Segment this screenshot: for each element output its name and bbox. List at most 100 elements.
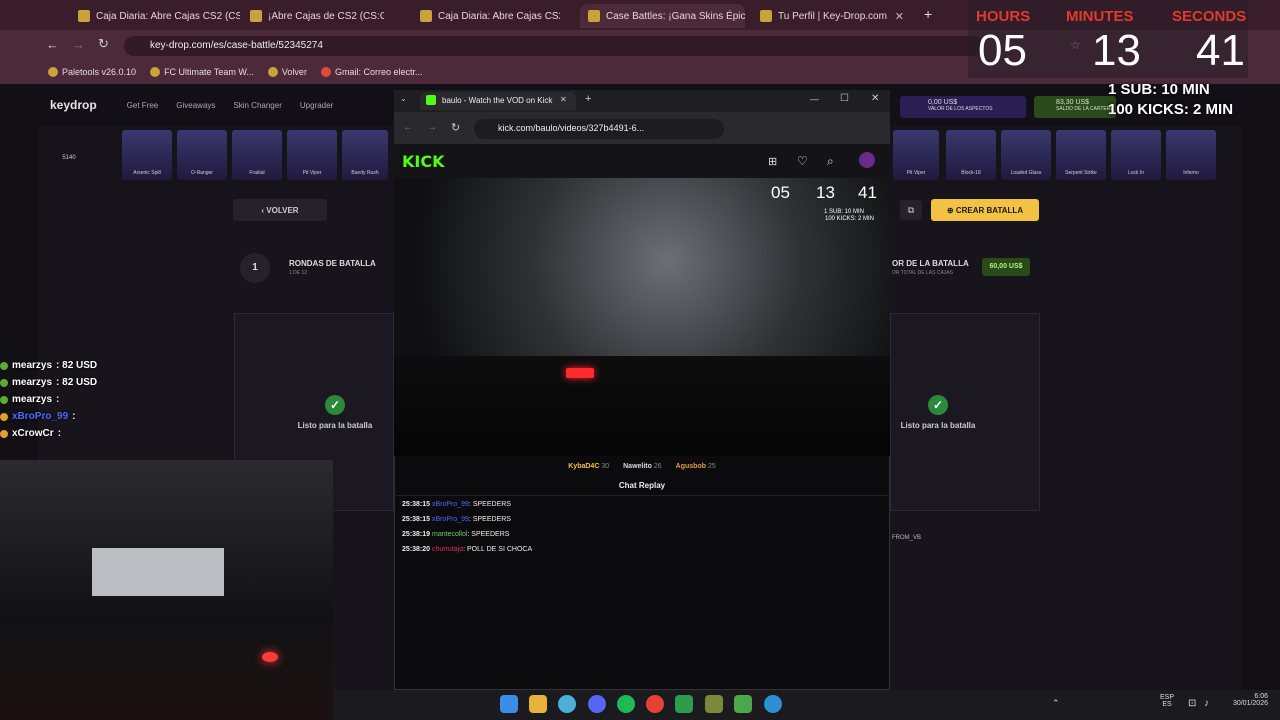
edge-icon[interactable]: [764, 695, 782, 713]
back-button[interactable]: ‹ VOLVER: [233, 199, 327, 221]
minimize-icon[interactable]: —: [810, 94, 819, 104]
tab-abre-cajas[interactable]: ¡Abre Cajas de CS2 (CS:GO), Ge✕: [242, 4, 384, 28]
kick-url-input[interactable]: kick.com/baulo/videos/327b4491-6...: [474, 119, 724, 139]
skin-name: Lock In: [1127, 170, 1145, 176]
windows-start-icon[interactable]: [500, 695, 518, 713]
tab-label: Tu Perfil | Key-Drop.com: [778, 10, 887, 22]
kick-favicon-icon: [426, 95, 436, 105]
webcam-window-light: [92, 548, 224, 596]
forward-icon[interactable]: →: [427, 122, 437, 133]
app-c-icon[interactable]: [558, 695, 576, 713]
close-tab-icon[interactable]: ✕: [895, 10, 904, 23]
file-explorer-icon[interactable]: [529, 695, 547, 713]
copy-icon[interactable]: ⧉: [900, 200, 922, 220]
bookmark-volver[interactable]: Volver: [267, 67, 307, 77]
close-tab-icon[interactable]: ✕: [560, 95, 567, 104]
skin-card[interactable]: Fraktal: [232, 130, 282, 180]
tab-search-icon[interactable]: ⌄: [400, 94, 407, 103]
close-window-icon[interactable]: ✕: [871, 93, 879, 104]
keydrop-logo[interactable]: keydrop: [50, 98, 97, 112]
skin-card[interactable]: Pit Viper: [287, 130, 337, 180]
nav-get-free[interactable]: Get Free: [127, 101, 159, 110]
sub-rule: 1 SUB: 10 MIN: [1108, 81, 1210, 98]
new-tab-button[interactable]: +: [585, 93, 591, 105]
minecraft-icon[interactable]: [705, 695, 723, 713]
chat-user[interactable]: mantecollol: [432, 531, 467, 538]
maximize-icon[interactable]: ☐: [840, 93, 849, 104]
skin-card[interactable]: Serpent Strike: [1056, 130, 1106, 180]
chat-user[interactable]: xBroPro_99: [432, 501, 469, 508]
network-icon[interactable]: ⊡: [1188, 698, 1196, 709]
avatar[interactable]: [859, 152, 875, 168]
tab-caja-diaria-2[interactable]: Caja Diaria: Abre Cajas CS2 (CS✕: [412, 4, 560, 28]
rounds-label: RONDAS DE BATALLA: [289, 259, 376, 268]
badge-icon: [0, 429, 8, 438]
skin-card[interactable]: Block-18: [946, 130, 996, 180]
spotify-icon[interactable]: [617, 695, 635, 713]
reload-icon[interactable]: ↻: [451, 121, 460, 134]
chat-time: 25:38:20: [402, 546, 431, 553]
mini-timer-hours: 05: [771, 183, 790, 202]
kick-tab[interactable]: baulo - Watch the VOD on Kick: [420, 92, 576, 110]
bookmark-icon: [48, 67, 58, 77]
tab-tu-perfil[interactable]: Tu Perfil | Key-Drop.com ✕: [752, 4, 912, 28]
heart-icon[interactable]: ♡: [797, 154, 808, 168]
chevron-up-icon[interactable]: ⌃: [1052, 698, 1060, 709]
nav-skin-changer[interactable]: Skin Changer: [233, 101, 281, 110]
create-battle-button[interactable]: ⊕ CREAR BATALLA: [931, 199, 1039, 221]
skin-card[interactable]: Lock In: [1111, 130, 1161, 180]
skin-card[interactable]: Arsenic Spill: [122, 130, 172, 180]
taskbar: [333, 690, 1280, 720]
back-icon[interactable]: ←: [403, 122, 413, 133]
bookmark-icon: [150, 67, 161, 77]
gift-icon[interactable]: ⊞: [768, 155, 777, 168]
skin-card[interactable]: Pit Viper: [893, 130, 939, 180]
back-icon[interactable]: ←: [46, 37, 59, 52]
app-block-icon[interactable]: [734, 695, 752, 713]
bookmark-label: Gmail: Correo electr...: [334, 67, 423, 77]
skin-card[interactable]: Inferno: [1166, 130, 1216, 180]
tab-caja-diaria-1[interactable]: Caja Diaria: Abre Cajas CS2 (CS✕: [70, 4, 240, 28]
chat-user[interactable]: churrutajo: [432, 546, 463, 553]
kick-logo[interactable]: KICK: [402, 152, 445, 171]
viewer-name: Agusbob: [675, 462, 706, 470]
ready-left: ✓ Listo para la batalla: [270, 395, 400, 430]
plus-circle-icon: ⊕: [946, 205, 956, 215]
chat-text: : SPEEDERS: [467, 531, 510, 538]
stream-chat-user: mearzys: [12, 394, 53, 405]
skin-card[interactable]: Bandy Rush: [342, 130, 388, 180]
search-icon[interactable]: ⌕: [827, 154, 834, 169]
chat-user[interactable]: xBroPro_99: [432, 516, 469, 523]
discord-icon[interactable]: [588, 695, 606, 713]
volume-icon[interactable]: ♪: [1204, 698, 1209, 709]
clock[interactable]: 6:06 30/01/2026: [1226, 693, 1268, 707]
app-green-icon[interactable]: [675, 695, 693, 713]
skin-card[interactable]: Loaded Glass: [1001, 130, 1051, 180]
nav-upgrader[interactable]: Upgrader: [300, 101, 333, 110]
chat-text: : POLL DE SI CHOCA: [463, 546, 533, 553]
nav-giveaways[interactable]: Giveaways: [176, 101, 215, 110]
bookmark-label: Paletools v26.0.10: [62, 67, 137, 77]
skin-name: Block-18: [961, 170, 981, 176]
bookmark-icon: [267, 67, 278, 77]
chrome-icon[interactable]: [646, 695, 664, 713]
skin-card[interactable]: O-Ranger: [177, 130, 227, 180]
timer-seconds: 41: [1196, 26, 1245, 75]
url-input[interactable]: key-drop.com/es/case-battle/52345274: [124, 36, 984, 56]
bookmark-gmail[interactable]: Gmail: Correo electr...: [320, 67, 423, 77]
forward-icon[interactable]: →: [72, 37, 85, 52]
tab-case-battles[interactable]: Case Battles: ¡Gana Skins Épico✕: [580, 4, 745, 28]
wallet-balance-box[interactable]: 83,30 US$ SALDO DE LA CARTERA: [1034, 96, 1116, 118]
new-tab-button[interactable]: +: [924, 6, 932, 22]
wallet-label: SALDO DE LA CARTERA: [1056, 106, 1114, 112]
top-viewers: KybaD4C 30 Nawelito 26 Agusbob 25: [394, 456, 890, 476]
bookmark-paletools[interactable]: Paletools v26.0.10: [48, 67, 136, 77]
skin-name: O-Ranger: [191, 170, 213, 176]
skin-name: Arsenic Spill: [133, 170, 161, 176]
round-number: 1: [240, 253, 270, 283]
language-indicator[interactable]: ESP ES: [1160, 694, 1174, 708]
bookmark-fc-ultimate[interactable]: FC Ultimate Team W...: [150, 67, 254, 77]
reload-icon[interactable]: ↻: [98, 36, 109, 52]
lang-label: ESP: [1160, 694, 1175, 701]
tab-label: Caja Diaria: Abre Cajas CS2 (CS: [438, 10, 560, 22]
